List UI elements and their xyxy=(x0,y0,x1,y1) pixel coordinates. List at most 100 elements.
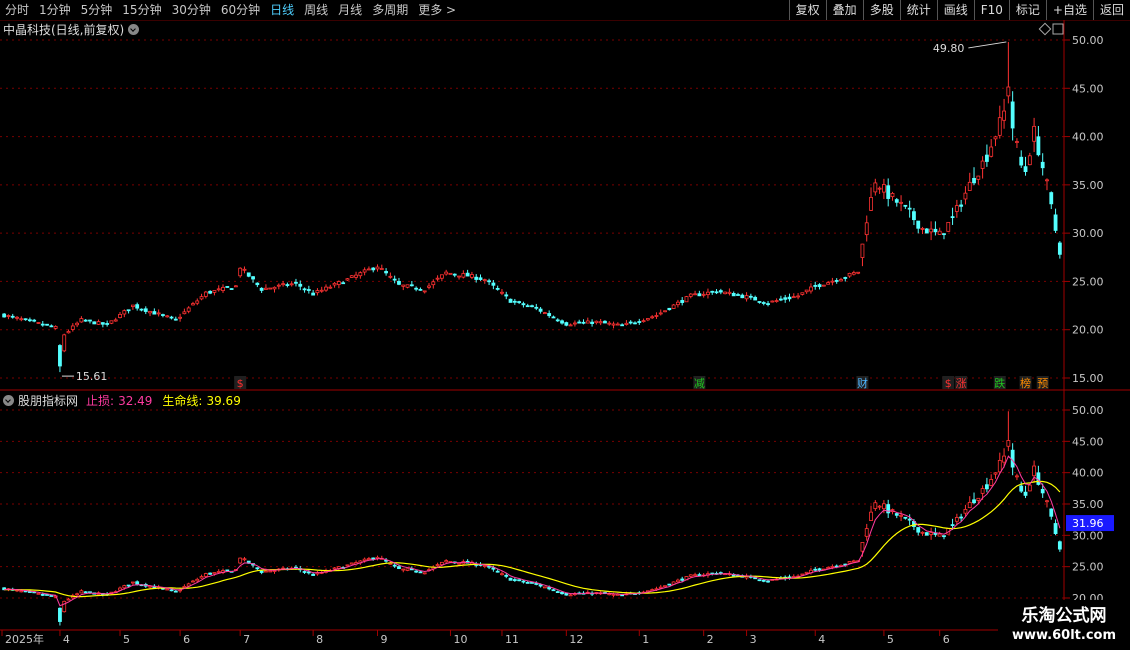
toolbar-button-3[interactable]: 统计 xyxy=(899,0,937,20)
ind-candle-45 xyxy=(195,578,200,582)
main-candle-214 xyxy=(920,228,925,230)
toolbar-button-2[interactable]: 多股 xyxy=(862,0,900,20)
ind-candle-9 xyxy=(40,593,45,596)
ind-candle-34 xyxy=(148,585,152,588)
chevron-down-icon[interactable] xyxy=(3,395,14,406)
ind-candle-214 xyxy=(920,531,925,534)
ind-candle-50 xyxy=(216,571,221,573)
main-candle-177 xyxy=(761,302,766,304)
ind-candle-125 xyxy=(538,584,543,587)
ind-candle-26 xyxy=(113,591,118,594)
main-candle-1 xyxy=(6,315,11,317)
main-candle-51 xyxy=(221,286,225,291)
main-candle-53 xyxy=(229,288,234,290)
ind-candle-151 xyxy=(650,589,655,592)
ind-candle-99 xyxy=(427,569,431,572)
ind-candle-87 xyxy=(375,556,380,559)
main-candle-176 xyxy=(757,301,762,303)
ind-candle-176 xyxy=(757,579,762,582)
ind-candle-146 xyxy=(628,592,633,595)
main-candle-245 xyxy=(1053,214,1058,231)
main-candle-123 xyxy=(530,305,534,308)
ind-candle-74 xyxy=(319,571,324,574)
ind-candle-116 xyxy=(500,573,504,576)
main-candle-2 xyxy=(10,315,15,318)
period-tab-2[interactable]: 5分钟 xyxy=(76,3,118,17)
ind-candle-163 xyxy=(701,574,706,577)
main-candle-205 xyxy=(882,184,886,193)
main-candle-171 xyxy=(736,294,740,296)
x-axis-label-15: 6 xyxy=(943,633,950,646)
ind-candle-29 xyxy=(126,584,131,587)
toolbar-button-5[interactable]: F10 xyxy=(973,0,1009,20)
main-candle-240 xyxy=(1032,125,1037,142)
main-y-label-7: 50.00 xyxy=(1072,34,1104,47)
ind-candle-123 xyxy=(530,582,534,584)
ind-candle-89 xyxy=(384,559,388,562)
main-candle-165 xyxy=(710,290,715,293)
ind-candle-188 xyxy=(809,569,813,574)
ind-candle-238 xyxy=(1023,491,1028,496)
period-tab-6[interactable]: 日线 xyxy=(265,3,299,17)
ind-candle-219 xyxy=(942,535,946,538)
period-tab-1[interactable]: 1分钟 xyxy=(34,3,76,17)
main-candle-174 xyxy=(748,295,753,298)
ind-candle-222 xyxy=(954,517,959,522)
x-axis-label-8: 11 xyxy=(505,633,519,646)
ind-candle-190 xyxy=(817,568,822,571)
main-candle-202 xyxy=(869,197,873,211)
main-candle-80 xyxy=(345,278,350,281)
main-y-label-6: 45.00 xyxy=(1072,82,1104,95)
period-tab-8[interactable]: 月线 xyxy=(333,3,367,17)
x-axis-label-2: 5 xyxy=(123,633,130,646)
ind-candle-106 xyxy=(457,562,461,565)
main-candle-217 xyxy=(933,228,938,233)
main-candle-95 xyxy=(409,284,414,287)
period-tab-9[interactable]: 多周期 xyxy=(367,3,413,17)
toolbar-button-8[interactable]: 返回 xyxy=(1092,0,1130,20)
main-candle-99 xyxy=(427,285,431,288)
period-tab-4[interactable]: 30分钟 xyxy=(167,3,216,17)
toolbar-button-4[interactable]: 画线 xyxy=(936,0,974,20)
main-candle-206 xyxy=(886,185,891,199)
ind-candle-80 xyxy=(345,564,350,567)
ind-candle-177 xyxy=(761,579,766,582)
ind-candle-129 xyxy=(555,591,560,594)
ind-candle-199 xyxy=(856,560,861,563)
main-candle-88 xyxy=(379,268,384,270)
high-arrow xyxy=(968,41,1007,49)
ind-candle-75 xyxy=(324,569,328,573)
toolbar-button-0[interactable]: 复权 xyxy=(788,0,826,20)
ind-candle-158 xyxy=(680,578,685,581)
ind-candle-147 xyxy=(633,593,637,595)
ind-candle-48 xyxy=(208,572,213,575)
kline-chart[interactable]: 49.8015.61$ 减财 $ 涨跌榜预 15.0020.0025.0030.003… xyxy=(0,0,1130,650)
chevron-down-icon[interactable] xyxy=(128,24,140,35)
lifeline-series xyxy=(4,480,1061,598)
x-axis-label-14: 5 xyxy=(887,633,894,646)
ind-candle-132 xyxy=(568,594,573,597)
ind-candle-110 xyxy=(474,563,479,566)
toolbar-button-1[interactable]: 叠加 xyxy=(825,0,863,20)
ind-candle-73 xyxy=(315,572,320,575)
period-tab-7[interactable]: 周线 xyxy=(299,3,333,17)
toolbar-button-7[interactable]: +自选 xyxy=(1045,0,1093,20)
main-candle-13 xyxy=(58,345,62,367)
main-candle-57 xyxy=(246,272,251,277)
period-tab-3[interactable]: 15分钟 xyxy=(117,3,166,17)
diamond-icon xyxy=(1038,22,1052,36)
period-tab-0[interactable]: 分时 xyxy=(0,3,34,17)
ind-candle-85 xyxy=(367,558,371,560)
ind-candle-171 xyxy=(736,574,740,577)
main-candle-244 xyxy=(1049,192,1054,205)
main-candle-83 xyxy=(358,272,363,277)
period-tab-10[interactable]: 更多 > xyxy=(413,3,461,17)
period-tab-5[interactable]: 60分钟 xyxy=(216,3,265,17)
high-price-label: 49.80 xyxy=(933,42,965,55)
main-candle-175 xyxy=(753,296,758,301)
main-candle-152 xyxy=(654,315,659,317)
ind-candle-175 xyxy=(753,576,758,580)
toolbar-button-6[interactable]: 标记 xyxy=(1008,0,1046,20)
ind-candle-139 xyxy=(598,592,603,595)
main-candle-213 xyxy=(916,220,921,229)
